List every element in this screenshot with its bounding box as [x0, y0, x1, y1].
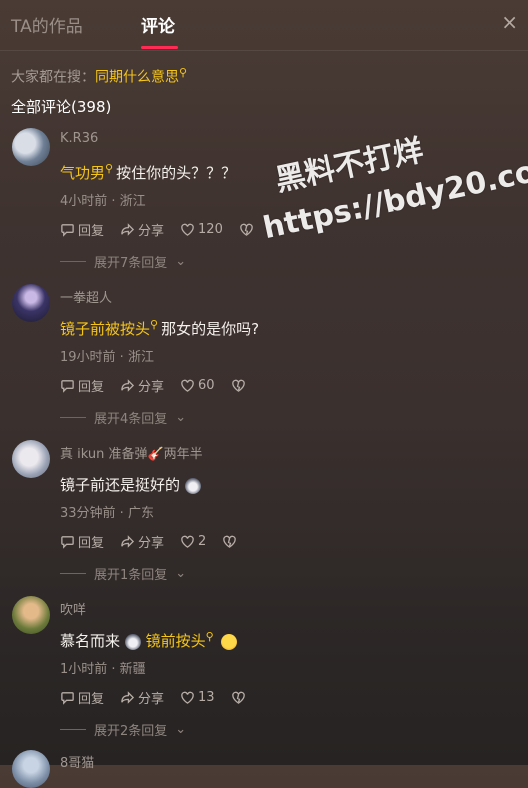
heart-icon: [181, 691, 194, 704]
chevron-down-icon: ⌄: [175, 254, 187, 269]
trending-search: 大家都在搜：同期什么意思⚲: [11, 66, 190, 87]
share-button[interactable]: 分享: [120, 532, 164, 551]
reply-button[interactable]: 回复: [60, 376, 104, 395]
comment-username[interactable]: 吹咩: [60, 599, 86, 618]
dislike-icon: [240, 223, 253, 236]
dislike-button[interactable]: [231, 378, 246, 393]
guitar-icon: 🎸: [147, 447, 164, 462]
dislike-button[interactable]: [222, 534, 237, 549]
trending-prefix: 大家都在搜：: [11, 69, 95, 86]
share-icon: [121, 223, 135, 236]
comment-actions: 回复 分享 120: [60, 220, 254, 239]
share-button[interactable]: 分享: [120, 220, 164, 239]
laugh-emoji-icon: [221, 633, 238, 650]
expand-replies[interactable]: 展开7条回复 ⌄: [60, 252, 186, 271]
like-button[interactable]: 13: [180, 690, 215, 705]
expand-replies[interactable]: 展开2条回复 ⌄: [60, 720, 186, 739]
reply-icon: [61, 380, 74, 393]
comment-username[interactable]: 8哥猫: [60, 752, 94, 771]
comment-keyword[interactable]: 气功男: [60, 164, 105, 182]
close-icon[interactable]: ×: [501, 10, 518, 34]
comment-username[interactable]: 一拳超人: [60, 287, 112, 306]
avatar[interactable]: [12, 284, 50, 322]
tab-comments[interactable]: 评论: [141, 12, 175, 37]
comment-username[interactable]: K.R36: [60, 131, 98, 146]
comment-actions: 回复 分享 13: [60, 688, 246, 707]
comment-text: 气功男⚲ 按住你的头？？？: [60, 162, 237, 182]
comment-count: 全部评论(398): [11, 98, 112, 116]
dislike-icon: [223, 535, 237, 548]
search-icon: ⚲: [150, 318, 159, 331]
share-icon: [121, 379, 135, 392]
avatar[interactable]: [12, 750, 50, 788]
comment-username[interactable]: 真 ikun 准备弹🎸两年半: [60, 443, 203, 462]
heart-icon: [181, 379, 194, 392]
share-icon: [121, 691, 135, 704]
comment-text: 镜子前被按头⚲ 那女的是你吗?: [60, 318, 260, 338]
dislike-icon: [231, 691, 245, 704]
chevron-down-icon: ⌄: [175, 722, 187, 737]
expand-replies[interactable]: 展开4条回复 ⌄: [60, 408, 186, 427]
reply-button[interactable]: 回复: [60, 688, 104, 707]
dislike-button[interactable]: [231, 690, 246, 705]
reply-icon: [61, 224, 74, 237]
share-icon: [121, 535, 135, 548]
trending-keyword[interactable]: 同期什么意思: [95, 70, 179, 86]
watermark: 黑料不打烊 https://bdy20.co: [259, 133, 528, 247]
share-button[interactable]: 分享: [120, 688, 164, 707]
search-icon: ⚲: [105, 162, 114, 175]
comment-meta: 1小时前 · 新疆: [60, 662, 146, 677]
comment-meta: 19小时前 · 浙江: [60, 350, 154, 365]
comment-actions: 回复 分享 60: [60, 376, 246, 395]
like-button[interactable]: 2: [180, 534, 206, 549]
reply-button[interactable]: 回复: [60, 532, 104, 551]
reply-icon: [61, 692, 74, 705]
cat-emoji-icon: [184, 477, 201, 494]
comment-keyword[interactable]: 镜前按头: [146, 632, 206, 650]
tab-active-indicator: [141, 46, 178, 49]
comment-text: 慕名而来 镜前按头⚲: [60, 630, 238, 651]
expand-replies[interactable]: 展开1条回复 ⌄: [60, 564, 186, 583]
share-button[interactable]: 分享: [120, 376, 164, 395]
heart-icon: [181, 223, 194, 236]
avatar[interactable]: [12, 128, 50, 166]
search-icon: ⚲: [205, 630, 214, 643]
chevron-down-icon: ⌄: [175, 410, 187, 425]
comment-keyword[interactable]: 镜子前被按头: [60, 320, 150, 338]
comment-meta: 33分钟前 · 广东: [60, 506, 154, 521]
comment-actions: 回复 分享 2: [60, 532, 237, 551]
comment-meta: 4小时前 · 浙江: [60, 194, 146, 209]
avatar[interactable]: [12, 596, 50, 634]
reply-icon: [61, 536, 74, 549]
like-button[interactable]: 120: [180, 222, 223, 237]
cat-emoji-icon: [124, 633, 141, 650]
dislike-button[interactable]: [239, 222, 254, 237]
comment-text: 镜子前还是挺好的: [60, 474, 201, 495]
tab-works[interactable]: TA的作品: [11, 12, 83, 37]
heart-icon: [181, 535, 194, 548]
tab-bar: TA的作品 评论 ×: [0, 0, 528, 51]
chevron-down-icon: ⌄: [175, 566, 187, 581]
avatar[interactable]: [12, 440, 50, 478]
like-button[interactable]: 60: [180, 378, 215, 393]
reply-button[interactable]: 回复: [60, 220, 104, 239]
search-icon: ⚲: [179, 66, 188, 79]
dislike-icon: [231, 379, 245, 392]
